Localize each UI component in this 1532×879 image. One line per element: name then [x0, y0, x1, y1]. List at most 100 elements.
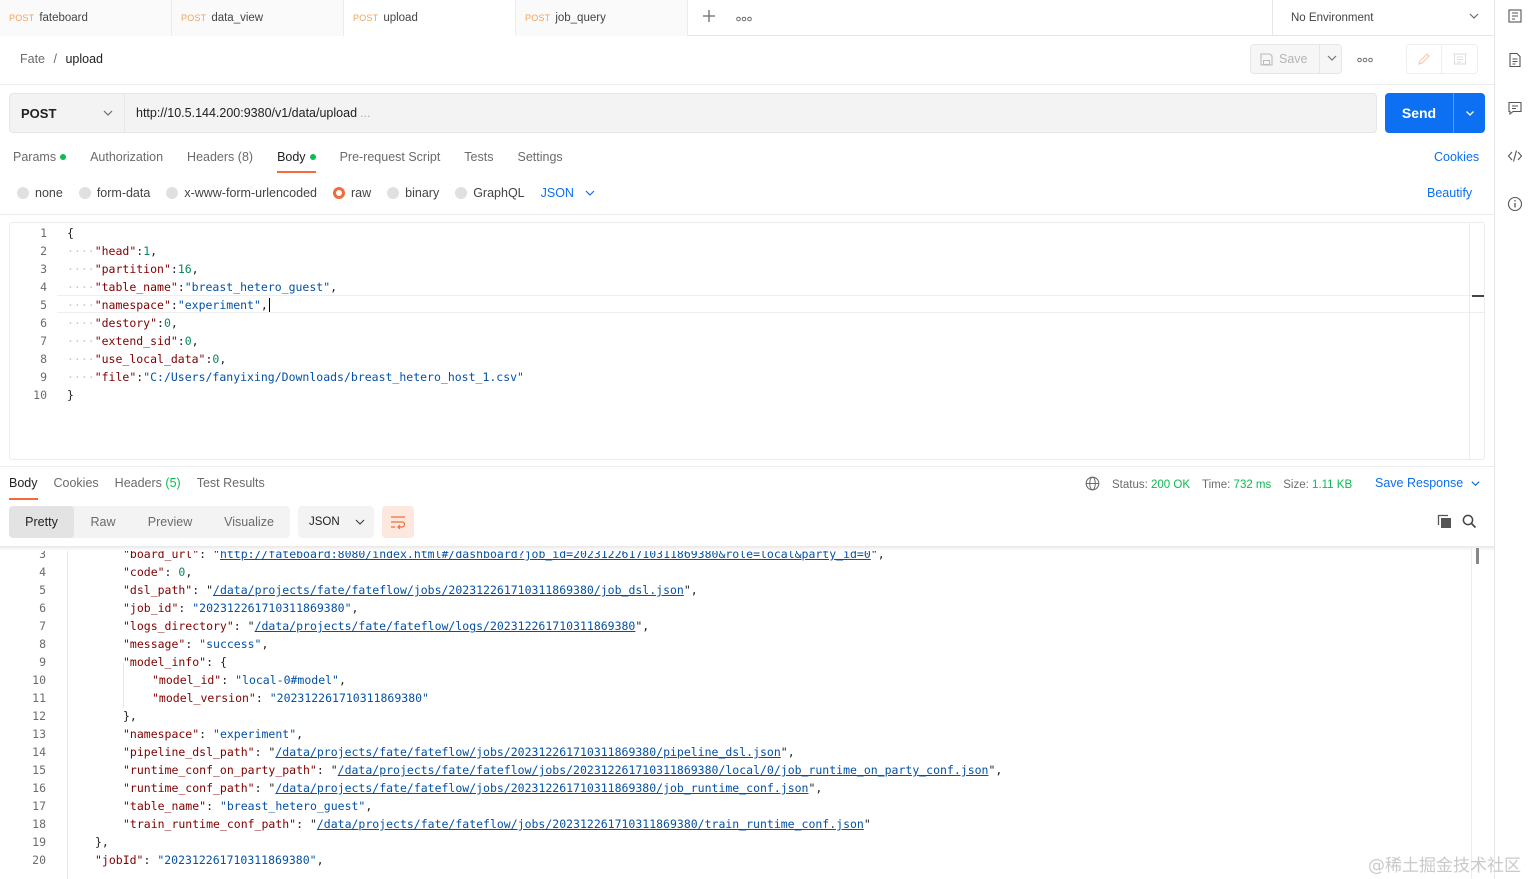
- response-tab-headers[interactable]: Headers (5): [115, 476, 181, 496]
- environment-quick-look-icon[interactable]: [1507, 8, 1523, 24]
- status-label: Status:: [1112, 479, 1148, 491]
- send-button[interactable]: Send: [1385, 93, 1485, 133]
- json-value: 16: [177, 262, 192, 276]
- tab-prerequest-script[interactable]: Pre-request Script: [340, 150, 441, 172]
- request-tab-upload[interactable]: POST upload: [344, 0, 516, 36]
- response-tab-body[interactable]: Body: [9, 476, 38, 500]
- http-method-select[interactable]: POST: [9, 93, 125, 133]
- view-visualize-button[interactable]: Visualize: [208, 506, 290, 538]
- body-type-binary-radio[interactable]: binary: [387, 186, 439, 200]
- response-scrollbar-track[interactable]: [1471, 546, 1472, 879]
- tab-label: upload: [383, 11, 418, 24]
- right-sidebar: [1494, 0, 1532, 879]
- documentation-icon[interactable]: [1507, 52, 1523, 68]
- json-value: "C:/Users/fanyixing/Downloads/breast_het…: [143, 370, 524, 384]
- request-more-options-icon[interactable]: [1357, 52, 1373, 66]
- tab-settings[interactable]: Settings: [517, 150, 562, 172]
- code-snippet-icon[interactable]: [1507, 148, 1523, 164]
- view-pretty-button[interactable]: Pretty: [9, 506, 74, 538]
- request-body-editor[interactable]: 1 2 3 4 5 6 7 8 9 10 { ····"head":1, ···…: [9, 222, 1485, 460]
- save-options-chevron-icon[interactable]: [1320, 52, 1338, 67]
- cookies-link[interactable]: Cookies: [1434, 150, 1479, 164]
- json-link[interactable]: /data/projects/fate/fateflow/jobs/202312…: [317, 817, 864, 831]
- environment-selector[interactable]: No Environment: [1272, 0, 1494, 36]
- description-icon[interactable]: [1442, 45, 1477, 73]
- view-raw-button[interactable]: Raw: [74, 506, 132, 538]
- tab-headers[interactable]: Headers (8): [187, 150, 253, 172]
- save-response-button[interactable]: Save Response: [1375, 476, 1481, 490]
- info-icon[interactable]: [1507, 196, 1523, 212]
- raw-format-select[interactable]: JSON: [541, 186, 596, 200]
- text-cursor: [268, 298, 270, 312]
- line-number: 20: [32, 853, 46, 867]
- response-scrollbar-thumb[interactable]: [1476, 548, 1479, 564]
- url-input[interactable]: http://10.5.144.200:9380/v1/data/upload.…: [125, 93, 1377, 133]
- response-tab-cookies[interactable]: Cookies: [54, 476, 99, 496]
- body-type-none-radio[interactable]: none: [17, 186, 63, 200]
- tab-options-more-icon[interactable]: [736, 11, 752, 25]
- line-number: 9: [40, 370, 47, 384]
- code-line: ····"use_local_data":0,: [67, 352, 227, 366]
- view-preview-button[interactable]: Preview: [132, 506, 208, 538]
- json-link[interactable]: /data/projects/fate/fateflow/logs/202312…: [255, 619, 636, 633]
- editor-scrollbar[interactable]: [1469, 223, 1470, 459]
- tab-label: job_query: [555, 12, 606, 24]
- code-line: "model_id": "local-0#model",: [152, 673, 346, 687]
- body-type-urlencoded-radio[interactable]: x-www-form-urlencoded: [166, 186, 317, 200]
- code-line: ····"head":1,: [67, 244, 158, 258]
- request-tab-fateboard[interactable]: POST fateboard: [0, 0, 172, 36]
- status-code[interactable]: Status: 200 OK: [1112, 479, 1190, 491]
- response-time[interactable]: Time: 732 ms: [1202, 479, 1271, 491]
- beautify-link[interactable]: Beautify: [1427, 186, 1472, 200]
- breadcrumb-request-name[interactable]: upload: [65, 52, 103, 66]
- json-value: "breast_hetero_guest": [184, 280, 331, 294]
- json-link[interactable]: /data/projects/fate/fateflow/jobs/202312…: [338, 763, 989, 777]
- comments-icon[interactable]: [1507, 100, 1523, 116]
- new-tab-plus-icon[interactable]: [702, 9, 716, 26]
- indent-guide: [67, 546, 68, 879]
- json-link[interactable]: /data/projects/fate/fateflow/jobs/202312…: [275, 745, 780, 759]
- raw-format-value: JSON: [540, 186, 574, 200]
- response-tab-test-results[interactable]: Test Results: [197, 476, 265, 496]
- body-type-form-data-radio[interactable]: form-data: [78, 186, 150, 200]
- json-key: "model_id": [152, 673, 222, 687]
- edit-pencil-icon[interactable]: [1407, 45, 1443, 73]
- json-key: "runtime_conf_on_party_path": [123, 763, 317, 777]
- line-number: 18: [32, 817, 46, 831]
- code-line: "job_id": "202312261710311869380",: [123, 601, 359, 615]
- request-tab-job-query[interactable]: POST job_query: [516, 0, 688, 36]
- line-number: 4: [40, 280, 47, 294]
- json-key: "model_info": [123, 655, 207, 669]
- tab-authorization[interactable]: Authorization: [90, 150, 163, 172]
- copy-icon[interactable]: [1437, 514, 1452, 532]
- json-key: "dsl_path": [123, 583, 193, 597]
- time-value: 732 ms: [1233, 479, 1272, 491]
- json-key: "jobId": [95, 853, 144, 867]
- network-globe-icon[interactable]: [1085, 476, 1100, 494]
- json-brace: {: [67, 226, 74, 240]
- tab-label: data_view: [211, 12, 264, 24]
- json-key: "model_version": [152, 691, 256, 705]
- breadcrumb-collection[interactable]: Fate: [20, 52, 45, 66]
- send-options-chevron-icon[interactable]: [1454, 107, 1485, 119]
- json-key: "runtime_conf_path": [123, 781, 255, 795]
- response-body-viewer[interactable]: 3 4 5 6 7 8 9 10 11 12 13 14 15 16 17 18…: [9, 546, 1485, 879]
- line-number: 10: [32, 673, 46, 687]
- search-icon[interactable]: [1462, 514, 1477, 532]
- json-link[interactable]: /data/projects/fate/fateflow/jobs/202312…: [213, 583, 684, 597]
- request-tab-data-view[interactable]: POST data_view: [172, 0, 344, 36]
- response-format-select[interactable]: JSON: [298, 506, 374, 538]
- response-size[interactable]: Size: 1.11 KB: [1283, 479, 1352, 491]
- json-link[interactable]: /data/projects/fate/fateflow/jobs/202312…: [275, 781, 808, 795]
- tab-body[interactable]: Body: [277, 150, 316, 173]
- tab-params[interactable]: Params: [13, 150, 67, 172]
- save-button[interactable]: Save: [1250, 44, 1342, 74]
- code-line: "logs_directory": "/data/projects/fate/f…: [123, 619, 650, 633]
- body-type-graphql-radio[interactable]: GraphQL: [455, 186, 525, 200]
- current-line-highlight: [57, 295, 1484, 313]
- time-label: Time:: [1202, 479, 1231, 491]
- divider: [0, 466, 1494, 467]
- tab-tests[interactable]: Tests: [464, 150, 493, 172]
- body-type-raw-radio[interactable]: raw: [333, 186, 371, 200]
- wrap-lines-icon[interactable]: [382, 506, 414, 538]
